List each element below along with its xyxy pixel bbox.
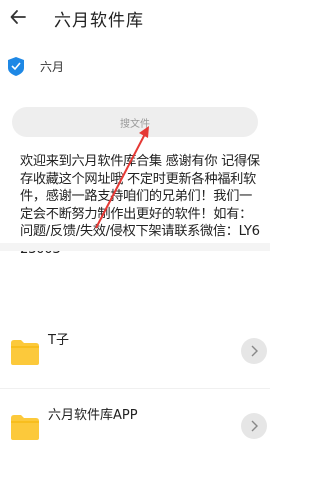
page-title: 六月软件库 <box>54 11 144 31</box>
item-separator <box>0 388 270 389</box>
chevron-right-button[interactable] <box>241 338 267 364</box>
section-divider <box>0 243 270 251</box>
arrow-left-icon <box>10 10 26 24</box>
author-logo <box>8 57 24 76</box>
chevron-right-button[interactable] <box>241 413 267 439</box>
author-name: 六月 <box>40 60 65 74</box>
folder-icon <box>11 415 39 440</box>
item-label: 六月软件库APP <box>48 408 138 423</box>
author-row[interactable]: 六月 <box>0 54 270 82</box>
item-label: T子 <box>48 333 69 348</box>
folder-icon <box>11 340 39 365</box>
app-header: 六月软件库 <box>0 0 270 34</box>
list-item-folder[interactable]: T子 <box>0 320 270 386</box>
back-button[interactable] <box>6 5 30 29</box>
search-placeholder: 搜文件 <box>120 118 150 130</box>
chevron-right-icon <box>251 345 258 357</box>
chevron-right-icon <box>251 420 258 432</box>
search-input[interactable]: 搜文件 <box>12 107 258 137</box>
list-item-folder[interactable]: 六月软件库APP <box>0 395 270 461</box>
